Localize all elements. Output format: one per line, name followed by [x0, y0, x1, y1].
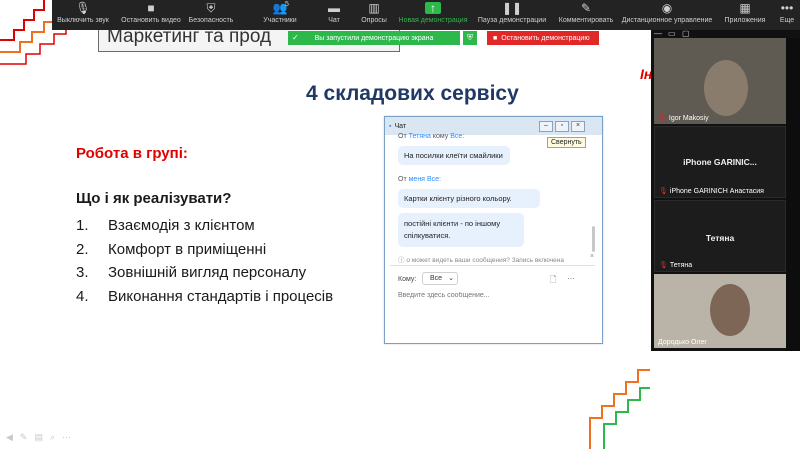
pencil-icon: ✎ — [580, 1, 592, 15]
group-work-heading: Робота в групі: — [76, 145, 188, 162]
pen-icon[interactable]: ✎ — [20, 432, 28, 443]
list-item: 4. Виконання стандартів і процесів — [76, 287, 334, 305]
participant-tile[interactable]: iPhone GARINIC... 🎙 iPhone GARINICH Анаст… — [654, 126, 786, 198]
stop-share-button[interactable]: ■ Остановить демонстрацию — [487, 31, 599, 45]
zoom-icon[interactable]: ⌕ — [50, 432, 55, 443]
pause-icon: ❚❚ — [501, 1, 523, 15]
participant-name: Дородько Олег — [658, 339, 707, 346]
more-options-icon[interactable]: ⋯ — [567, 274, 575, 283]
slide-decoration-bottom-right — [589, 369, 650, 449]
message-header: От меня Все: — [398, 176, 441, 183]
participants-count-badge: 5 — [285, 1, 289, 8]
muted-mic-icon: 🎙 — [659, 262, 668, 269]
ellipsis-icon: ••• — [780, 1, 794, 15]
participant-video — [704, 60, 748, 116]
minimize-tooltip: Свернуть — [547, 137, 586, 148]
panel-minimize-icon[interactable]: — — [654, 29, 662, 38]
participant-display-name: Тетяна — [705, 233, 735, 243]
stop-video-button[interactable]: ■ Остановить видео — [118, 0, 184, 30]
shield-icon: ⛨ — [206, 1, 216, 15]
previous-icon[interactable]: ◀ — [6, 432, 13, 443]
pin-icon[interactable]: ✓ — [292, 33, 299, 42]
chevron-down-icon: ⌄ — [448, 275, 454, 282]
security-shield-icon[interactable]: ⛨ — [463, 31, 477, 45]
close-icon[interactable]: × — [571, 121, 585, 132]
microphone-icon: 🎙 — [75, 1, 91, 15]
participant-display-name: iPhone GARINIC... — [683, 157, 757, 167]
participant-video — [710, 284, 750, 336]
apps-button[interactable]: ▦ Приложения — [720, 0, 770, 30]
info-icon: ⓘ — [398, 257, 405, 264]
chat-title: Чат — [394, 122, 407, 130]
slideshow-controls: ◀ ✎ ▤ ⌕ ⋯ — [6, 432, 71, 443]
pause-share-button[interactable]: ❚❚ Пауза демонстрации — [476, 0, 548, 30]
participant-name: 🎙 iPhone GARINICH Анастасия — [659, 187, 764, 196]
muted-mic-icon: 🎙 — [659, 188, 668, 195]
apps-icon: ▦ — [739, 1, 751, 15]
panel-expand-icon[interactable]: ▢ — [682, 29, 690, 38]
polls-button[interactable]: ▥ Опросы — [358, 0, 390, 30]
restore-icon[interactable]: ▫ — [555, 121, 569, 132]
muted-mic-icon: 🎙 — [658, 115, 667, 122]
file-icon[interactable]: 🗋 — [550, 274, 556, 288]
more-button[interactable]: ••• Еще — [776, 0, 798, 30]
chat-button[interactable]: ▬ Чат — [322, 0, 346, 30]
chat-message-input[interactable] — [398, 292, 588, 299]
list-item: 2. Комфорт в приміщенні — [76, 240, 267, 258]
participant-tile[interactable]: Дородько Олег — [654, 274, 786, 348]
annotate-button[interactable]: ✎ Комментировать — [555, 0, 617, 30]
recipient-label: Кому: — [398, 276, 417, 283]
participant-name: 🎙 Тетяна — [659, 261, 693, 270]
meeting-toolbar: 🎙 Выключить звук ■ Остановить видео ⛨ Бе… — [52, 0, 800, 30]
question-heading: Що і як реалізувати? — [76, 190, 232, 207]
message-header: От Тетяна кому Все: — [398, 133, 465, 140]
list-item: 3. Зовнішній вигляд персоналу — [76, 264, 307, 281]
chat-divider — [390, 265, 595, 266]
stop-square-icon: ■ — [493, 34, 498, 42]
chat-app-icon: ▪ — [389, 122, 392, 130]
slide-title: 4 складових сервісу — [306, 82, 519, 105]
chat-message: постійні клієнти - по іншому спілкуватис… — [398, 213, 524, 247]
chat-icon: ▬ — [328, 1, 340, 15]
chat-scrollbar[interactable] — [592, 226, 595, 252]
participant-tile[interactable]: Тетяна 🎙 Тетяна — [654, 200, 786, 272]
more-icon[interactable]: ⋯ — [62, 432, 71, 443]
share-status-banner: Вы запустили демонстрацию экрана — [288, 31, 460, 45]
participant-name: 🎙 Igor Makosiy — [658, 114, 709, 123]
chat-message: Картки клієнту різного кольору. — [398, 189, 540, 208]
polls-icon: ▥ — [368, 1, 380, 15]
video-camera-icon: ■ — [147, 1, 155, 15]
participants-button[interactable]: 👥 Участники — [254, 0, 306, 30]
slides-icon[interactable]: ▤ — [34, 432, 43, 443]
remote-control-icon: ◉ — [661, 1, 673, 15]
chat-recording-notice: ⓘ о может видеть ваши сообщения? Запись … — [398, 257, 564, 264]
list-item: 1. Взаємодія з клієнтом — [76, 217, 255, 234]
numbered-list: 1. Взаємодія з клієнтом 2. Комфорт в примі… — [76, 214, 333, 308]
share-arrow-icon: ↑ — [425, 2, 441, 14]
notice-close-icon[interactable]: × — [590, 253, 594, 260]
panel-layout-icon[interactable]: ▭ — [668, 29, 676, 38]
participant-tile[interactable]: 🎙 Igor Makosiy — [654, 38, 786, 124]
recipient-select[interactable]: Все ⌄ — [422, 272, 458, 285]
new-share-button[interactable]: ↑ Новая демонстрация — [397, 0, 469, 30]
panel-scroll-bar[interactable] — [786, 38, 800, 351]
minimize-icon[interactable]: – — [539, 121, 553, 132]
remote-control-button[interactable]: ◉ Дистанционное управление — [619, 0, 715, 30]
mute-button[interactable]: 🎙 Выключить звук — [52, 0, 114, 30]
chat-message: На посилки клеїти смайлики — [398, 146, 510, 165]
security-button[interactable]: ⛨ Безопасность — [186, 0, 236, 30]
